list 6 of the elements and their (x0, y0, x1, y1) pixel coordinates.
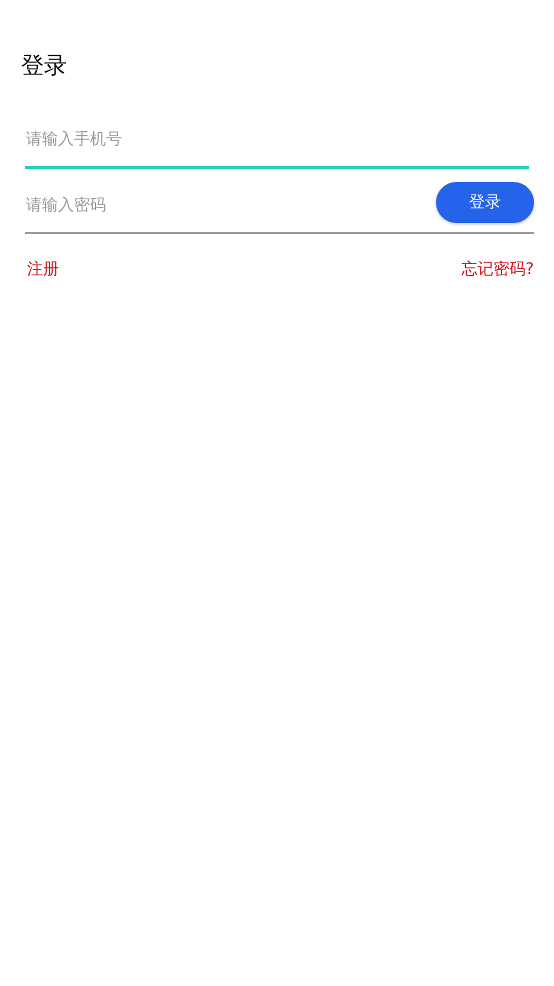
register-link[interactable]: 注册 (27, 259, 59, 280)
phone-field[interactable]: 请输入手机号 (25, 113, 529, 169)
forgot-password-link[interactable]: 忘记密码? (462, 259, 534, 280)
password-field[interactable]: 请输入密码 (25, 179, 436, 234)
page-title: 登录 (21, 52, 68, 81)
login-button[interactable]: 登录 (436, 182, 534, 223)
